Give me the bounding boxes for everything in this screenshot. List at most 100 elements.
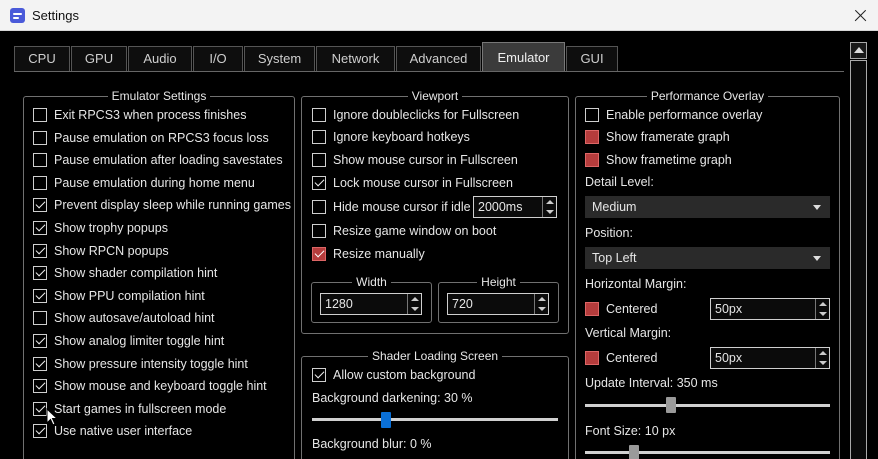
emulator-setting-checkbox-0[interactable]: Exit RPCS3 when process finishes xyxy=(33,106,246,124)
h-centered-checkbox[interactable]: Centered xyxy=(585,300,657,318)
viewport-option-checkbox-4[interactable]: Hide mouse cursor if idle xyxy=(312,198,471,216)
emulator-setting-checkbox-11[interactable]: Show pressure intensity toggle hint xyxy=(33,355,248,373)
checkbox-icon[interactable] xyxy=(33,108,47,122)
tab-audio[interactable]: Audio xyxy=(128,46,192,72)
checkbox-icon[interactable] xyxy=(33,266,47,280)
enable-overlay-checkbox[interactable]: Enable performance overlay xyxy=(585,106,762,124)
framerate-graph-checkbox[interactable]: Show framerate graph xyxy=(585,128,730,146)
checkbox-icon[interactable] xyxy=(585,351,599,365)
checkbox-icon[interactable] xyxy=(312,108,326,122)
emulator-setting-checkbox-8[interactable]: Show PPU compilation hint xyxy=(33,287,205,305)
checkbox-icon[interactable] xyxy=(312,224,326,238)
vertical-margin-spinbox[interactable]: 50px xyxy=(710,347,830,369)
viewport-option-checkbox-2[interactable]: Show mouse cursor in Fullscreen xyxy=(312,151,518,169)
emulator-setting-checkbox-4[interactable]: Prevent display sleep while running game… xyxy=(33,196,291,214)
emulator-setting-checkbox-2[interactable]: Pause emulation after loading savestates xyxy=(33,151,283,169)
tab-gpu[interactable]: GPU xyxy=(71,46,127,72)
detail-level-label: Detail Level: xyxy=(585,175,654,189)
height-spinbox[interactable]: 720 xyxy=(447,293,549,315)
checkbox-icon[interactable] xyxy=(33,221,47,235)
scrollbar-track[interactable] xyxy=(850,60,867,459)
checkbox-icon[interactable] xyxy=(312,130,326,144)
performance-overlay-title: Performance Overlay xyxy=(646,89,769,103)
checkbox-icon[interactable] xyxy=(33,379,47,393)
checkbox-icon[interactable] xyxy=(33,424,47,438)
emulator-setting-checkbox-12[interactable]: Show mouse and keyboard toggle hint xyxy=(33,377,267,395)
checkbox-icon[interactable] xyxy=(33,131,47,145)
checkbox-icon[interactable] xyxy=(33,244,47,258)
viewport-option-label-3: Lock mouse cursor in Fullscreen xyxy=(333,176,513,190)
tab-emulator[interactable]: Emulator xyxy=(482,42,565,72)
checkbox-icon[interactable] xyxy=(33,289,47,303)
frametime-graph-checkbox[interactable]: Show frametime graph xyxy=(585,151,732,169)
tab-io[interactable]: I/O xyxy=(193,46,243,72)
viewport-option-checkbox-3[interactable]: Lock mouse cursor in Fullscreen xyxy=(312,174,513,192)
checkbox-icon[interactable] xyxy=(312,200,326,214)
checkbox-icon[interactable] xyxy=(33,153,47,167)
checkbox-icon[interactable] xyxy=(33,357,47,371)
update-interval-label: Update Interval: 350 ms xyxy=(585,376,718,390)
tab-advanced[interactable]: Advanced xyxy=(396,46,481,72)
tab-network[interactable]: Network xyxy=(316,46,395,72)
bg-darkening-slider[interactable] xyxy=(312,418,558,421)
emulator-setting-checkbox-7[interactable]: Show shader compilation hint xyxy=(33,264,217,282)
checkbox-icon[interactable] xyxy=(585,153,599,167)
emulator-setting-label-14: Use native user interface xyxy=(54,424,193,438)
v-centered-checkbox[interactable]: Centered xyxy=(585,349,657,367)
checkbox-icon[interactable] xyxy=(585,108,599,122)
checkbox-icon[interactable] xyxy=(585,302,599,316)
emulator-setting-checkbox-9[interactable]: Show autosave/autoload hint xyxy=(33,309,215,327)
tab-gui[interactable]: GUI xyxy=(566,46,618,72)
font-size-slider-handle[interactable] xyxy=(629,445,639,459)
checkbox-icon[interactable] xyxy=(312,247,326,261)
emulator-setting-label-7: Show shader compilation hint xyxy=(54,266,218,280)
update-interval-slider[interactable] xyxy=(585,404,830,407)
viewport-option-checkbox-0[interactable]: Ignore doubleclicks for Fullscreen xyxy=(312,106,519,124)
spin-arrows-icon[interactable] xyxy=(815,299,829,319)
viewport-option-checkbox-1[interactable]: Ignore keyboard hotkeys xyxy=(312,128,470,146)
update-interval-slider-handle[interactable] xyxy=(666,397,676,413)
scroll-up-button[interactable] xyxy=(850,42,867,59)
emulator-setting-label-11: Show pressure intensity toggle hint xyxy=(54,357,248,371)
emulator-setting-label-9: Show autosave/autoload hint xyxy=(54,311,215,325)
viewport-option-checkbox-6[interactable]: Resize manually xyxy=(312,245,425,263)
idle-timeout-spinbox[interactable]: 2000ms xyxy=(473,196,557,218)
emulator-setting-checkbox-5[interactable]: Show trophy popups xyxy=(33,219,168,237)
h-centered-label: Centered xyxy=(606,302,658,316)
emulator-setting-checkbox-3[interactable]: Pause emulation during home menu xyxy=(33,174,255,192)
checkbox-icon[interactable] xyxy=(33,311,47,325)
checkbox-icon[interactable] xyxy=(585,130,599,144)
spin-arrows-icon[interactable] xyxy=(534,294,548,314)
v-centered-label: Centered xyxy=(606,351,658,365)
emulator-setting-label-3: Pause emulation during home menu xyxy=(54,176,255,190)
width-spinbox[interactable]: 1280 xyxy=(320,293,422,315)
checkbox-icon[interactable] xyxy=(33,176,47,190)
tab-cpu[interactable]: CPU xyxy=(14,46,70,72)
checkbox-icon[interactable] xyxy=(312,176,326,190)
viewport-title: Viewport xyxy=(407,89,463,103)
checkbox-icon[interactable] xyxy=(33,334,47,348)
bg-darkening-label: Background darkening: 30 % xyxy=(312,391,473,405)
width-title: Width xyxy=(352,275,391,289)
spin-arrows-icon[interactable] xyxy=(542,197,556,217)
emulator-setting-checkbox-10[interactable]: Show analog limiter toggle hint xyxy=(33,332,224,350)
allow-custom-bg-checkbox[interactable]: Allow custom background xyxy=(312,366,475,384)
emulator-setting-checkbox-1[interactable]: Pause emulation on RPCS3 focus loss xyxy=(33,129,269,147)
close-icon[interactable] xyxy=(842,0,878,31)
checkbox-icon[interactable] xyxy=(312,153,326,167)
tab-system[interactable]: System xyxy=(244,46,315,72)
horizontal-margin-spinbox[interactable]: 50px xyxy=(710,298,830,320)
detail-level-combo[interactable]: Medium xyxy=(585,196,830,218)
bg-darkening-slider-handle[interactable] xyxy=(380,412,391,428)
spin-arrows-icon[interactable] xyxy=(407,294,421,314)
emulator-setting-checkbox-6[interactable]: Show RPCN popups xyxy=(33,242,169,260)
checkbox-icon[interactable] xyxy=(33,198,47,212)
spin-arrows-icon[interactable] xyxy=(815,348,829,368)
checkbox-icon[interactable] xyxy=(33,402,47,416)
emulator-setting-label-13: Start games in fullscreen mode xyxy=(54,402,227,416)
emulator-setting-checkbox-13[interactable]: Start games in fullscreen mode xyxy=(33,400,226,418)
checkbox-icon[interactable] xyxy=(312,368,326,382)
position-combo[interactable]: Top Left xyxy=(585,247,830,269)
viewport-option-checkbox-5[interactable]: Resize game window on boot xyxy=(312,222,496,240)
font-size-slider[interactable] xyxy=(585,451,830,454)
